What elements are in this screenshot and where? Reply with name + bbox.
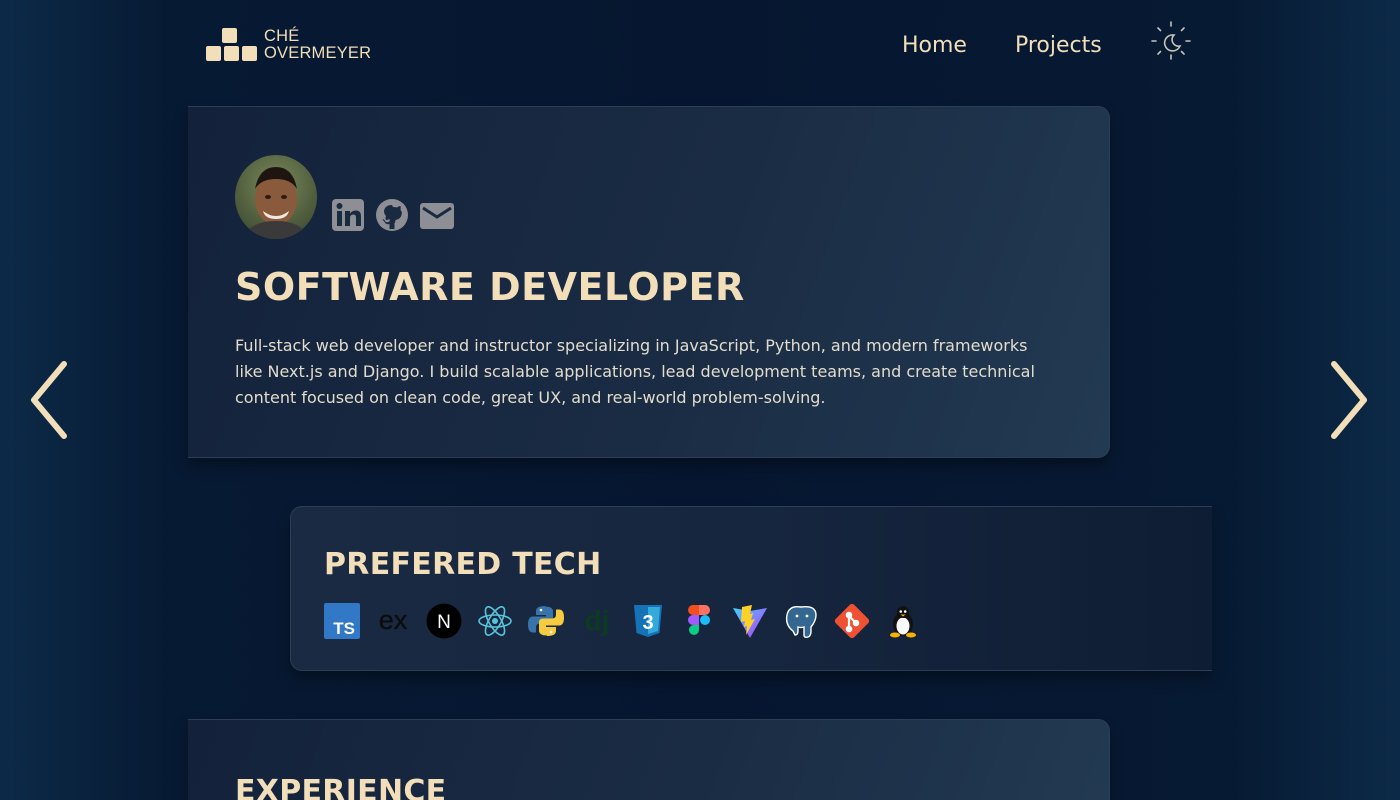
tech-title: PREFERED TECH bbox=[324, 547, 602, 582]
tech-card: PREFERED TECH TS ex N dj 3 bbox=[290, 506, 1212, 671]
svg-text:ex: ex bbox=[379, 605, 408, 635]
react-icon bbox=[478, 606, 512, 636]
brand-name: CHÉ OVERMEYER bbox=[264, 28, 371, 62]
django-icon: dj bbox=[585, 605, 610, 636]
github-link[interactable] bbox=[375, 197, 411, 233]
brand-logo[interactable]: CHÉ OVERMEYER bbox=[206, 28, 371, 62]
brand-line-2: OVERMEYER bbox=[264, 44, 372, 62]
express-icon: ex bbox=[379, 605, 408, 635]
linux-icon bbox=[890, 606, 916, 638]
github-icon bbox=[376, 199, 408, 231]
experience-title: EXPERIENCE bbox=[235, 774, 447, 800]
linkedin-icon bbox=[332, 199, 364, 231]
postgresql-icon bbox=[785, 605, 817, 638]
chevron-left-icon bbox=[31, 361, 67, 439]
typescript-icon: TS bbox=[324, 603, 360, 639]
git-icon bbox=[834, 603, 870, 639]
about-card: SOFTWARE DEVELOPER Full-stack web develo… bbox=[188, 106, 1110, 458]
avatar bbox=[235, 155, 317, 239]
svg-text:TS: TS bbox=[333, 619, 355, 638]
svg-text:3: 3 bbox=[642, 612, 653, 634]
brand-line-1: CHÉ bbox=[264, 27, 300, 45]
email-icon bbox=[420, 203, 454, 229]
carousel-prev-button[interactable] bbox=[26, 360, 70, 440]
bio-text: Full-stack web developer and instructor … bbox=[235, 336, 1035, 407]
moon-sun-icon bbox=[1151, 21, 1191, 60]
linkedin-link[interactable] bbox=[331, 197, 367, 233]
email-link[interactable] bbox=[419, 197, 455, 233]
svg-text:N: N bbox=[437, 612, 451, 633]
tech-icon-list: TS ex N dj 3 bbox=[324, 603, 921, 639]
figma-icon bbox=[688, 605, 710, 635]
theme-toggle-button[interactable] bbox=[1148, 20, 1194, 62]
main-nav: Home Projects bbox=[902, 33, 1102, 58]
nav-projects-link[interactable]: Projects bbox=[1015, 33, 1102, 58]
chevron-right-icon bbox=[1331, 361, 1367, 439]
svg-text:dj: dj bbox=[585, 605, 610, 636]
python-icon bbox=[528, 606, 564, 636]
css3-icon: 3 bbox=[634, 605, 662, 637]
carousel-next-button[interactable] bbox=[1328, 360, 1372, 440]
page-title: SOFTWARE DEVELOPER bbox=[235, 265, 745, 309]
nextjs-icon: N bbox=[426, 603, 462, 639]
logo-mark-icon bbox=[206, 28, 258, 62]
vite-icon bbox=[733, 605, 767, 638]
nav-home-link[interactable]: Home bbox=[902, 33, 967, 58]
experience-card: EXPERIENCE bbox=[188, 719, 1110, 800]
